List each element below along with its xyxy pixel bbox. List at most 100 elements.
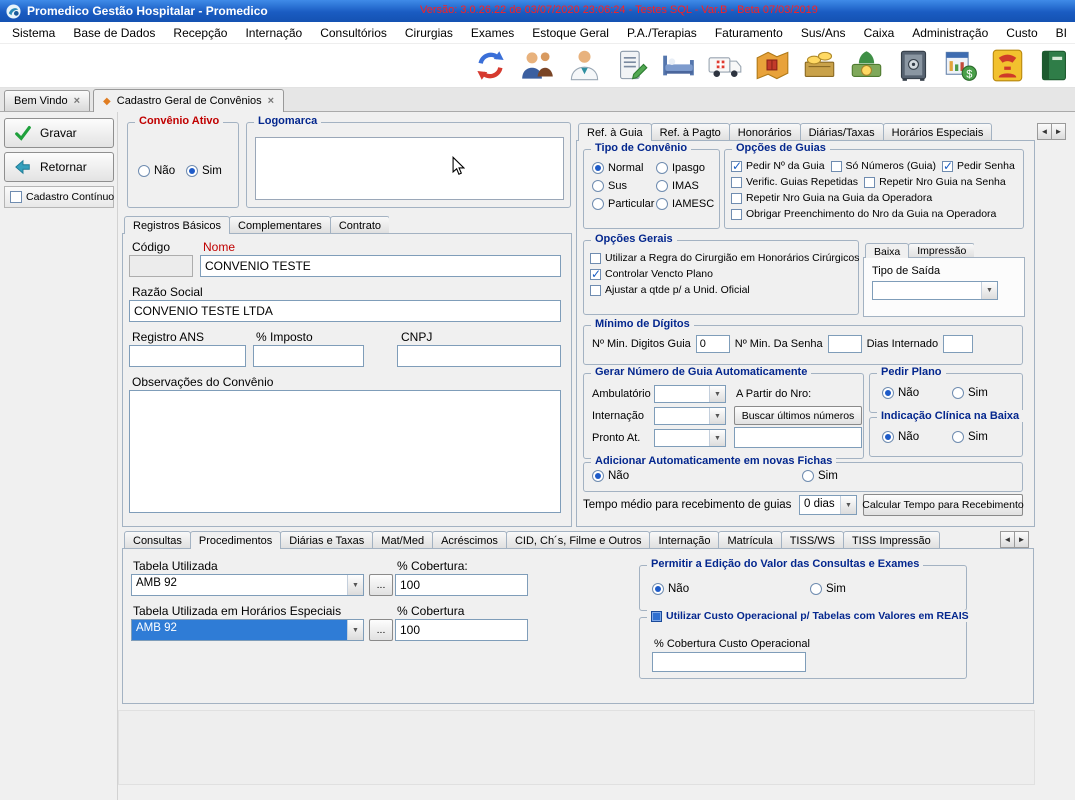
menu-administracao[interactable]: Administração [903,23,997,43]
buscar-ultimos-numeros-button[interactable]: Buscar últimos números [734,406,862,425]
tab-acrescimos[interactable]: Acréscimos [432,531,507,549]
radio-ativo-sim[interactable]: Sim [186,165,222,177]
tab-cid-chs-filme[interactable]: CID, Ch´s, Filme e Outros [506,531,651,549]
cobertura-esp-input[interactable] [395,619,528,641]
menu-faturamento[interactable]: Faturamento [706,23,792,43]
checkbox-repetir-nro-senha[interactable]: Repetir Nro Guia na Senha [864,176,1006,188]
checkbox-obrigar-preenchimento[interactable]: Obrigar Preenchimento do Nro da Guia na … [731,208,996,220]
return-button[interactable]: Retornar [4,152,114,182]
chevron-down-icon[interactable]: ▼ [840,496,856,514]
radio-indicacao-sim[interactable]: Sim [952,431,988,443]
menu-estoque-geral[interactable]: Estoque Geral [523,23,618,43]
menu-exames[interactable]: Exames [462,23,523,43]
menu-bi[interactable]: BI [1047,23,1075,43]
menu-consultorios[interactable]: Consultórios [311,23,396,43]
tabela-browse-button[interactable]: ... [369,574,393,596]
finance-icon[interactable]: $ [943,48,978,83]
radio-pedir-plano-nao[interactable]: Não [882,387,919,399]
close-icon[interactable]: × [74,95,80,107]
checkbox-so-numeros[interactable]: Só Números (Guia) [831,160,936,172]
calcular-tempo-button[interactable]: Calcular Tempo para Recebimento [863,494,1023,516]
tab-tiss-ws[interactable]: TISS/WS [781,531,844,549]
cadastro-continuo-checkbox[interactable]: Cadastro Contínuo [4,186,114,208]
menu-caixa[interactable]: Caixa [855,23,904,43]
tab-contrato[interactable]: Contrato [330,216,389,234]
scroll-left-icon[interactable]: ◄ [1037,123,1052,140]
chevron-down-icon[interactable]: ▼ [709,430,725,446]
tabela-utilizada-select[interactable]: AMB 92 ▼ [131,574,364,596]
menu-custo[interactable]: Custo [997,23,1046,43]
radio-pedir-plano-sim[interactable]: Sim [952,387,988,399]
tab-baixa[interactable]: Baixa [865,243,909,258]
tab-consultas[interactable]: Consultas [124,531,191,549]
menu-sistema[interactable]: Sistema [3,23,64,43]
tab-impressao[interactable]: Impressão [908,243,974,258]
menu-base-de-dados[interactable]: Base de Dados [64,23,164,43]
cnpj-input[interactable] [397,345,561,367]
scroll-right-icon[interactable]: ► [1051,123,1066,140]
tab-honorarios[interactable]: Honorários [729,123,801,141]
chevron-down-icon[interactable]: ▼ [347,575,363,595]
radio-adicionar-nao[interactable]: Não [592,470,629,482]
radio-indicacao-nao[interactable]: Não [882,431,919,443]
menu-recepcao[interactable]: Recepção [164,23,236,43]
checkbox-pedir-numero-guia[interactable]: Pedir Nº da Guia [731,160,825,172]
nome-input[interactable] [200,255,561,277]
cobertura-input[interactable] [395,574,528,596]
reception-icon[interactable] [520,48,555,83]
tab-ref-pagto[interactable]: Ref. à Pagto [651,123,730,141]
observacoes-textarea[interactable] [129,390,561,513]
radio-sus[interactable]: Sus [592,180,627,192]
checkbox-regra-cirurgiao[interactable]: Utilizar a Regra do Cirurgião em Honorár… [590,252,859,264]
tab-bem-vindo[interactable]: Bem Vindo × [4,90,90,111]
doctor-icon[interactable] [567,48,602,83]
chevron-down-icon[interactable]: ▼ [709,408,725,424]
razao-social-input[interactable] [129,300,561,322]
radio-permitir-sim[interactable]: Sim [810,583,846,595]
tab-cadastro-geral-convenios[interactable]: ◆ Cadastro Geral de Convênios × [93,89,284,112]
tab-diarias-e-taxas[interactable]: Diárias e Taxas [280,531,373,549]
tab-internacao[interactable]: Internação [649,531,719,549]
tipo-saida-select[interactable]: ▼ [872,281,998,300]
radio-iamesc[interactable]: IAMESC [656,198,714,210]
radio-particular[interactable]: Particular [592,198,654,210]
assets-icon[interactable] [849,48,884,83]
scroll-right-icon[interactable]: ► [1014,531,1029,548]
menu-internacao[interactable]: Internação [236,23,311,43]
ambulance-icon[interactable] [708,48,743,83]
dias-internado-input[interactable] [943,335,973,353]
chevron-down-icon[interactable]: ▼ [347,620,363,640]
menu-sus-ans[interactable]: Sus/Ans [792,23,855,43]
tab-diarias-taxas[interactable]: Diárias/Taxas [800,123,884,141]
checkbox-controlar-vencto[interactable]: Controlar Vencto Plano [590,268,713,280]
menu-pa-terapias[interactable]: P.A./Terapias [618,23,706,43]
tab-procedimentos[interactable]: Procedimentos [190,531,281,549]
checkbox-verific-guias-repetidas[interactable]: Verific. Guias Repetidas [731,176,858,188]
min-senha-input[interactable] [828,335,862,353]
ambulatorio-select[interactable]: ▼ [654,385,726,403]
custo-operacional-checkbox[interactable] [651,611,662,622]
stock-icon[interactable] [755,48,790,83]
tempo-medio-select[interactable]: 0 dias ▼ [799,495,857,515]
sync-icon[interactable] [473,48,508,83]
save-button[interactable]: Gravar [4,118,114,148]
radio-normal[interactable]: Normal [592,162,643,174]
billing-icon[interactable] [802,48,837,83]
close-icon[interactable]: × [268,95,274,107]
chevron-down-icon[interactable]: ▼ [981,282,997,299]
tab-mat-med[interactable]: Mat/Med [372,531,433,549]
tab-complementares[interactable]: Complementares [229,216,331,234]
menu-cirurgias[interactable]: Cirurgias [396,23,462,43]
logomarca-canvas[interactable] [255,137,564,200]
a-partir-nro-input[interactable] [734,427,862,448]
bed-icon[interactable] [661,48,696,83]
radio-ipasgo[interactable]: Ipasgo [656,162,705,174]
imposto-input[interactable] [253,345,364,367]
phone-icon[interactable] [990,48,1025,83]
pronto-at-select[interactable]: ▼ [654,429,726,447]
cobertura-custo-input[interactable] [652,652,806,672]
radio-ativo-nao[interactable]: Não [138,165,175,177]
radio-permitir-nao[interactable]: Não [652,583,689,595]
tab-matricula[interactable]: Matrícula [718,531,781,549]
tab-registros-basicos[interactable]: Registros Básicos [124,216,230,234]
